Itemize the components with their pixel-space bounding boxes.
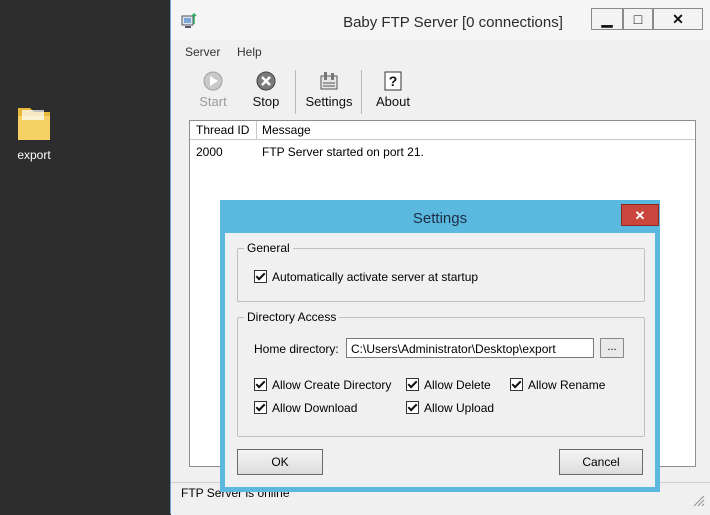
dialog-close-button[interactable]: ✕ (621, 204, 659, 226)
allow-upload-label: Allow Upload (424, 401, 495, 415)
about-button[interactable]: ? About (371, 70, 415, 109)
log-thread-id: 2000 (196, 145, 223, 159)
stop-label: Stop (252, 94, 280, 109)
start-label: Start (199, 94, 227, 109)
column-separator[interactable] (256, 121, 257, 139)
desktop-folder-label: export (17, 148, 51, 162)
auto-activate-checkbox[interactable]: Automatically activate server at startup (254, 270, 478, 284)
checkbox-checked-icon (254, 378, 267, 391)
general-group-label: General (244, 241, 293, 255)
settings-label: Settings (305, 94, 353, 109)
settings-dialog: Settings ✕ General Automatically activat… (220, 200, 660, 492)
about-label: About (376, 94, 410, 109)
allow-download-label: Allow Download (272, 401, 358, 415)
toolbar-separator (295, 70, 296, 114)
settings-icon (320, 72, 338, 90)
home-directory-label: Home directory: (254, 342, 339, 356)
toolbar: Start Stop Settings ? About (171, 64, 710, 118)
log-header: Thread ID Message (190, 121, 695, 140)
start-button[interactable]: Start (195, 70, 231, 109)
folder-icon (18, 108, 50, 140)
auto-activate-label: Automatically activate server at startup (272, 270, 479, 284)
desktop-folder-export[interactable]: export (8, 100, 60, 162)
svg-text:?: ? (389, 73, 398, 89)
log-message: FTP Server started on port 21. (262, 145, 424, 159)
cancel-button[interactable]: Cancel (559, 449, 643, 475)
checkbox-checked-icon (406, 401, 419, 414)
checkbox-checked-icon (254, 270, 267, 283)
directory-access-label: Directory Access (244, 310, 340, 324)
menu-server[interactable]: Server (185, 45, 220, 59)
log-row[interactable]: 2000 FTP Server started on port 21. (190, 143, 695, 161)
general-group: General Automatically activate server at… (237, 241, 645, 302)
title-bar[interactable]: Baby FTP Server [0 connections] ▁ □ ✕ (171, 0, 710, 40)
help-icon: ? (384, 71, 402, 91)
allow-upload-checkbox[interactable]: Allow Upload (406, 401, 494, 415)
stop-button[interactable]: Stop (249, 70, 283, 109)
allow-rename-checkbox[interactable]: Allow Rename (510, 378, 605, 392)
close-button[interactable]: ✕ (653, 8, 703, 30)
toolbar-separator (361, 70, 362, 114)
column-message[interactable]: Message (262, 123, 311, 137)
allow-download-checkbox[interactable]: Allow Download (254, 401, 357, 415)
resize-grip-icon[interactable] (691, 493, 705, 507)
directory-access-group: Directory Access Home directory: C:\User… (237, 310, 645, 437)
allow-delete-label: Allow Delete (424, 378, 491, 392)
play-icon (203, 71, 223, 91)
menu-bar: Server Help (171, 40, 710, 62)
column-thread-id[interactable]: Thread ID (196, 123, 249, 137)
maximize-button[interactable]: □ (623, 8, 653, 30)
dialog-title-bar[interactable]: Settings ✕ (225, 204, 659, 233)
checkbox-checked-icon (406, 378, 419, 391)
browse-button[interactable]: ... (600, 338, 624, 358)
allow-create-directory-label: Allow Create Directory (272, 378, 392, 392)
checkbox-checked-icon (254, 401, 267, 414)
menu-help[interactable]: Help (237, 45, 262, 59)
dialog-title: Settings (412, 210, 468, 227)
allow-delete-checkbox[interactable]: Allow Delete (406, 378, 491, 392)
ok-button[interactable]: OK (237, 449, 323, 475)
home-directory-input[interactable]: C:\Users\Administrator\Desktop\export (346, 338, 594, 358)
stop-icon (256, 71, 276, 91)
allow-rename-label: Allow Rename (528, 378, 606, 392)
settings-button[interactable]: Settings (303, 70, 355, 109)
allow-create-directory-checkbox[interactable]: Allow Create Directory (254, 378, 391, 392)
minimize-button[interactable]: ▁ (591, 8, 623, 30)
checkbox-checked-icon (510, 378, 523, 391)
